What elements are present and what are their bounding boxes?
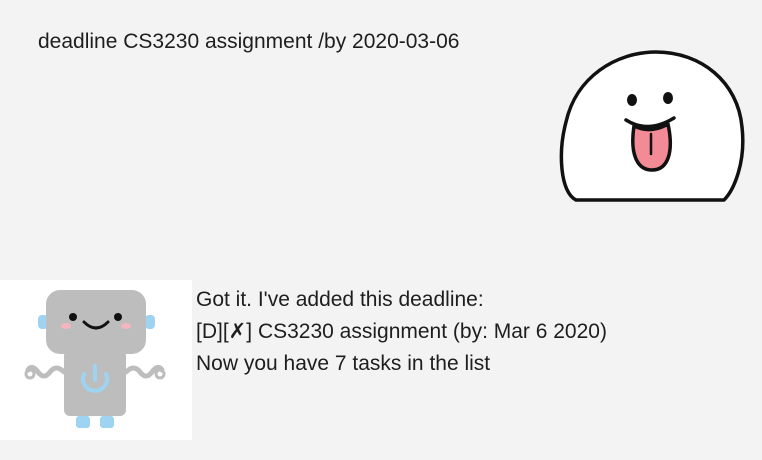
- task-type-tag: [D][: [196, 320, 229, 343]
- bot-message-text: Got it. I've added this deadline: [D][✗]…: [196, 284, 607, 380]
- bot-message-line: Got it. I've added this deadline:: [196, 288, 484, 311]
- user-dialog-box: deadline CS3230 assignment /by 2020-03-0…: [0, 0, 762, 210]
- user-message-text: deadline CS3230 assignment /by 2020-03-0…: [38, 30, 460, 53]
- task-description: ] CS3230 assignment (by: Mar 6 2020): [246, 320, 607, 343]
- bot-message-line: [D][✗] CS3230 assignment (by: Mar 6 2020…: [196, 316, 607, 348]
- task-status-mark: ✗: [228, 320, 247, 343]
- robot-power-icon: [0, 280, 192, 440]
- tongue-out-face-icon: [556, 42, 748, 202]
- bot-message-line: Now you have 7 tasks in the list: [196, 352, 491, 375]
- bot-dialog-box: Got it. I've added this deadline: [D][✗]…: [0, 280, 762, 450]
- dialog-container: deadline CS3230 assignment /by 2020-03-0…: [0, 0, 762, 460]
